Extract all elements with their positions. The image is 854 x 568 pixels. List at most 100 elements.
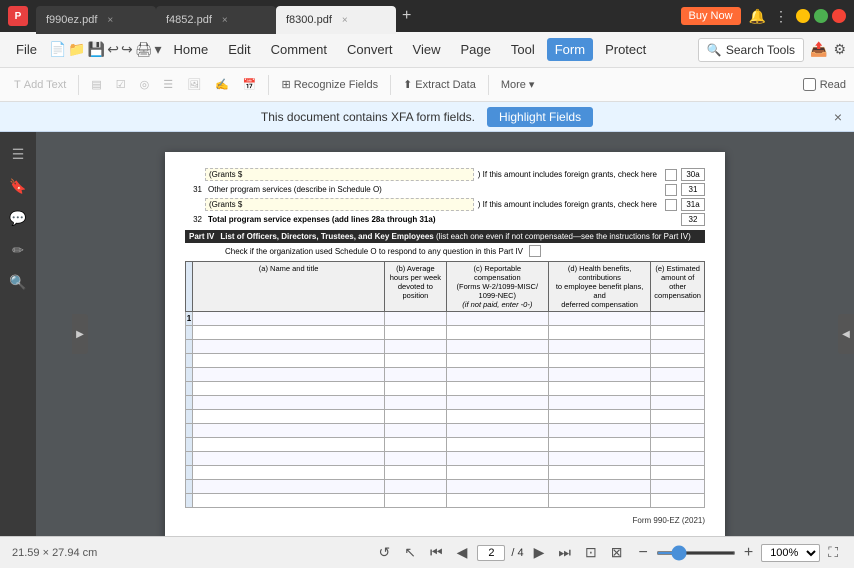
- officer-benefits-14[interactable]: [548, 494, 650, 508]
- officer-benefits-11[interactable]: [548, 452, 650, 466]
- officer-comp-11[interactable]: [446, 452, 548, 466]
- officer-name-13[interactable]: [193, 480, 385, 494]
- add-text-button[interactable]: T Add Text: [8, 76, 72, 94]
- officer-other-4[interactable]: [651, 354, 705, 368]
- officer-comp-1[interactable]: [446, 312, 548, 326]
- officer-name-3[interactable]: [193, 340, 385, 354]
- officer-hours-10[interactable]: [385, 438, 446, 452]
- officer-other-14[interactable]: [651, 494, 705, 508]
- officer-name-8[interactable]: [193, 410, 385, 424]
- cursor-button[interactable]: ↖: [400, 542, 420, 563]
- share-icon[interactable]: 📤: [810, 41, 827, 58]
- tab-close-f8300[interactable]: ×: [342, 15, 348, 26]
- officer-hours-14[interactable]: [385, 494, 446, 508]
- list-button[interactable]: ☰: [157, 75, 179, 94]
- officer-hours-1[interactable]: [385, 312, 446, 326]
- maximize-button[interactable]: [814, 9, 828, 23]
- zoom-select[interactable]: 100% 75% 125% 150% 200%: [761, 544, 820, 562]
- officer-benefits-3[interactable]: [548, 340, 650, 354]
- current-page-input[interactable]: [477, 545, 505, 561]
- reset-view-button[interactable]: ↺: [375, 542, 395, 563]
- settings-icon[interactable]: ⚙: [833, 41, 846, 58]
- officer-comp-13[interactable]: [446, 480, 548, 494]
- officer-name-9[interactable]: [193, 424, 385, 438]
- sidebar-comments-icon[interactable]: 💬: [4, 204, 32, 232]
- officer-comp-2[interactable]: [446, 326, 548, 340]
- tab-close-f990ez[interactable]: ×: [107, 15, 113, 26]
- officer-hours-11[interactable]: [385, 452, 446, 466]
- checkbox-button[interactable]: ☑: [110, 75, 132, 94]
- menu-protect[interactable]: Protect: [597, 38, 654, 61]
- officer-name-2[interactable]: [193, 326, 385, 340]
- search-tools-button[interactable]: 🔍 Search Tools: [698, 38, 804, 62]
- officer-comp-9[interactable]: [446, 424, 548, 438]
- undo-icon[interactable]: ↩: [107, 41, 119, 58]
- officer-other-11[interactable]: [651, 452, 705, 466]
- officer-other-13[interactable]: [651, 480, 705, 494]
- officer-name-6[interactable]: [193, 382, 385, 396]
- officer-other-10[interactable]: [651, 438, 705, 452]
- officer-other-7[interactable]: [651, 396, 705, 410]
- tab-f4852[interactable]: f4852.pdf ×: [156, 6, 276, 34]
- menu-form[interactable]: Form: [547, 38, 593, 61]
- officer-name-11[interactable]: [193, 452, 385, 466]
- officer-hours-13[interactable]: [385, 480, 446, 494]
- officer-name-4[interactable]: [193, 354, 385, 368]
- open-file-icon[interactable]: 📁: [68, 41, 85, 58]
- officer-other-2[interactable]: [651, 326, 705, 340]
- schedule-o-checkbox[interactable]: [529, 245, 541, 257]
- officer-name-12[interactable]: [193, 466, 385, 480]
- menu-home[interactable]: Home: [166, 38, 217, 61]
- first-page-button[interactable]: ⏮: [426, 542, 447, 563]
- grants-30a-checkbox[interactable]: [665, 169, 677, 181]
- officer-other-5[interactable]: [651, 368, 705, 382]
- menu-edit[interactable]: Edit: [220, 38, 258, 61]
- sign-button[interactable]: ✍: [209, 75, 235, 94]
- officer-hours-2[interactable]: [385, 326, 446, 340]
- officer-benefits-8[interactable]: [548, 410, 650, 424]
- officer-hours-3[interactable]: [385, 340, 446, 354]
- row-31-checkbox[interactable]: [665, 184, 677, 196]
- officer-comp-4[interactable]: [446, 354, 548, 368]
- zoom-in-button[interactable]: +: [740, 544, 757, 562]
- officer-comp-12[interactable]: [446, 466, 548, 480]
- radio-button[interactable]: ◎: [134, 75, 156, 94]
- officer-hours-7[interactable]: [385, 396, 446, 410]
- read-toggle[interactable]: Read: [803, 78, 846, 91]
- print-icon[interactable]: 🖨: [135, 41, 153, 58]
- officer-name-7[interactable]: [193, 396, 385, 410]
- zoom-out-button[interactable]: −: [635, 544, 652, 562]
- officer-other-1[interactable]: [651, 312, 705, 326]
- menu-tool[interactable]: Tool: [503, 38, 543, 61]
- officer-comp-6[interactable]: [446, 382, 548, 396]
- menu-page[interactable]: Page: [452, 38, 498, 61]
- read-checkbox-input[interactable]: [803, 78, 816, 91]
- officer-benefits-13[interactable]: [548, 480, 650, 494]
- officer-hours-9[interactable]: [385, 424, 446, 438]
- right-panel-collapse[interactable]: ◀: [838, 314, 854, 354]
- left-panel-collapse[interactable]: ▶: [72, 314, 88, 354]
- officer-name-14[interactable]: [193, 494, 385, 508]
- date-button[interactable]: 📅: [237, 75, 263, 94]
- menu-view[interactable]: View: [405, 38, 449, 61]
- grants-31a-input[interactable]: (Grants $: [205, 198, 474, 211]
- minimize-button[interactable]: [796, 9, 810, 23]
- highlight-fields-button[interactable]: Highlight Fields: [487, 107, 593, 127]
- save-icon[interactable]: 💾: [88, 41, 105, 58]
- officer-comp-3[interactable]: [446, 340, 548, 354]
- officer-benefits-10[interactable]: [548, 438, 650, 452]
- add-tab-button[interactable]: +: [396, 2, 417, 30]
- menu-file[interactable]: File: [8, 38, 45, 61]
- sidebar-search-icon[interactable]: 🔍: [4, 268, 32, 296]
- sidebar-thumbnails-icon[interactable]: ☰: [4, 140, 32, 168]
- recognize-fields-button[interactable]: ⊞ Recognize Fields: [275, 75, 384, 94]
- officer-comp-8[interactable]: [446, 410, 548, 424]
- more-button[interactable]: More ▾: [495, 75, 541, 94]
- dropdown-icon[interactable]: ▾: [155, 41, 162, 58]
- menu-convert[interactable]: Convert: [339, 38, 401, 61]
- tab-f990ez[interactable]: f990ez.pdf ×: [36, 6, 156, 34]
- close-button[interactable]: [832, 9, 846, 23]
- officer-hours-4[interactable]: [385, 354, 446, 368]
- menu-dots-icon[interactable]: ⋮: [774, 8, 788, 25]
- officer-comp-5[interactable]: [446, 368, 548, 382]
